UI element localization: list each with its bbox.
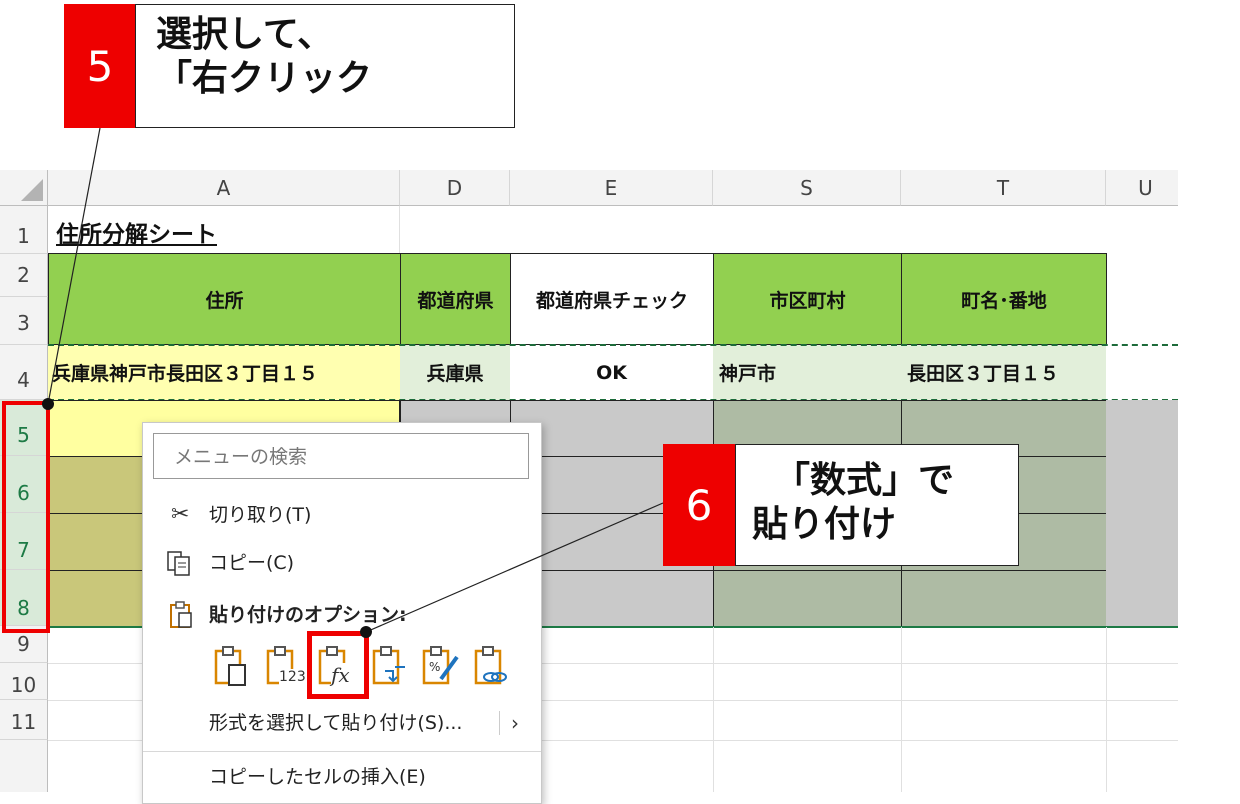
callout-connectors	[0, 0, 1240, 792]
